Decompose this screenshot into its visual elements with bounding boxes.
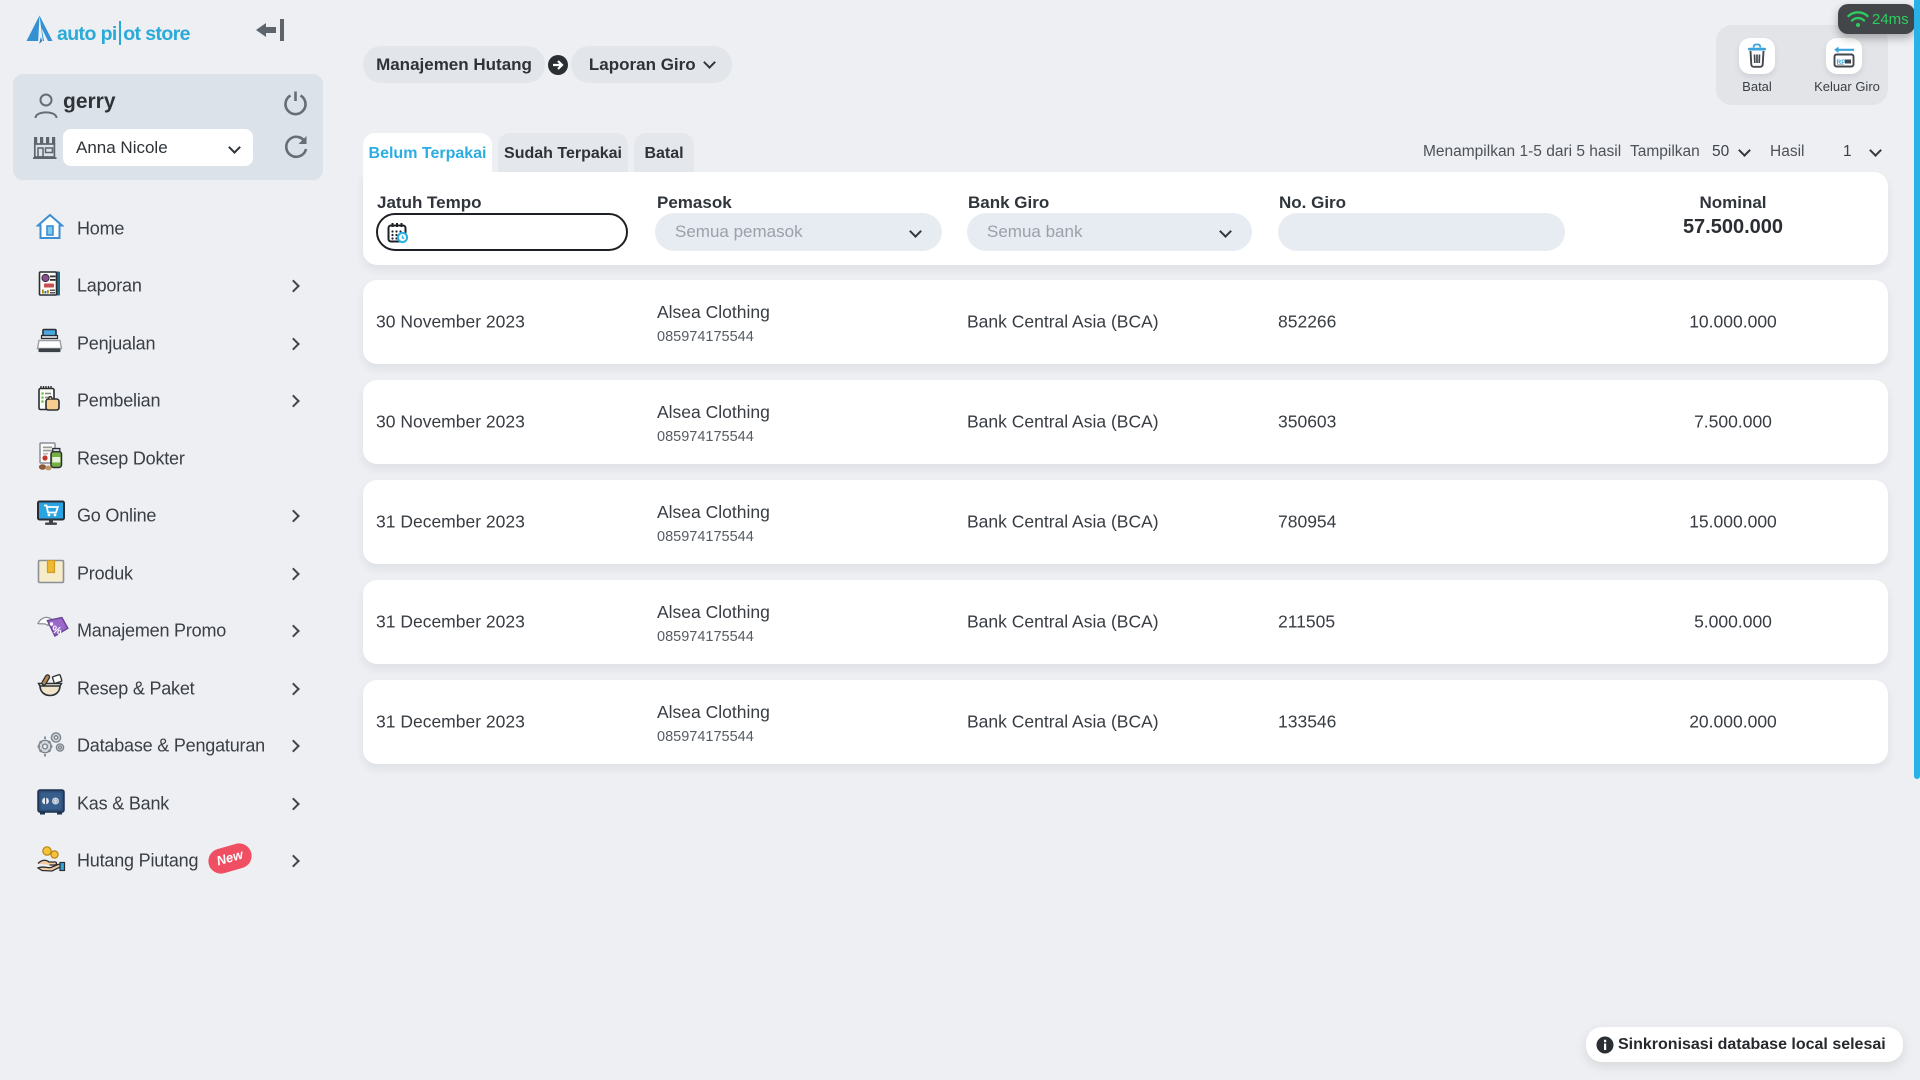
svg-text:%: % [51, 624, 64, 638]
